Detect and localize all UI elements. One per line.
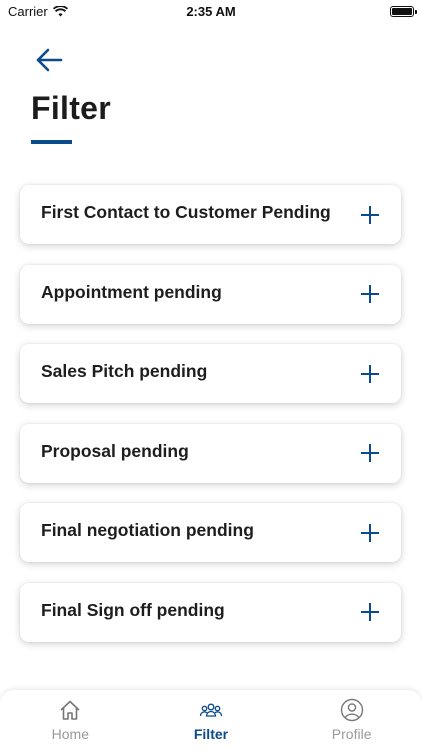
tab-label: Home	[51, 726, 89, 742]
tab-label: Filter	[193, 726, 229, 742]
plus-icon[interactable]	[361, 444, 379, 462]
filter-label: Proposal pending	[41, 440, 189, 461]
tab-filter[interactable]: Filter	[161, 698, 261, 742]
filter-list: First Contact to Customer Pending Appoin…	[20, 185, 401, 662]
carrier-label: Carrier	[8, 3, 48, 19]
plus-icon[interactable]	[361, 603, 379, 621]
filter-label: First Contact to Customer Pending	[41, 202, 331, 222]
filter-item-final-sign-off[interactable]: Final Sign off pending	[20, 582, 401, 642]
group-icon	[199, 703, 223, 717]
filter-label: Final negotiation pending	[41, 520, 254, 540]
status-bar: Carrier 2:35 AM	[0, 0, 422, 22]
tab-bar: Home Filter Profile	[0, 690, 422, 750]
tab-label: Profile	[331, 726, 372, 742]
battery-icon	[390, 5, 417, 17]
tab-profile[interactable]: Profile	[302, 698, 402, 742]
title-underline	[31, 140, 72, 144]
arrow-left-icon	[36, 48, 63, 72]
filter-item-final-negotiation[interactable]: Final negotiation pending	[20, 503, 401, 562]
plus-icon[interactable]	[361, 523, 379, 542]
plus-icon[interactable]	[361, 285, 379, 303]
home-icon	[60, 700, 80, 720]
plus-icon[interactable]	[361, 205, 379, 224]
filter-label: Sales Pitch pending	[41, 361, 208, 381]
filter-item-proposal[interactable]: Proposal pending	[20, 423, 401, 483]
filter-label: Final Sign off pending	[41, 599, 225, 620]
tab-home[interactable]: Home	[20, 698, 120, 742]
filter-item-sales-pitch[interactable]: Sales Pitch pending	[20, 344, 401, 403]
page-title: Filter	[31, 90, 112, 126]
plus-icon[interactable]	[361, 364, 379, 383]
filter-label: Appointment pending	[41, 281, 222, 302]
status-left: Carrier	[8, 4, 68, 19]
filter-item-appointment[interactable]: Appointment pending	[20, 264, 401, 324]
filter-item-first-contact[interactable]: First Contact to Customer Pending	[20, 185, 401, 244]
back-button[interactable]	[33, 44, 65, 76]
profile-icon	[340, 698, 363, 722]
wifi-icon	[52, 5, 68, 16]
